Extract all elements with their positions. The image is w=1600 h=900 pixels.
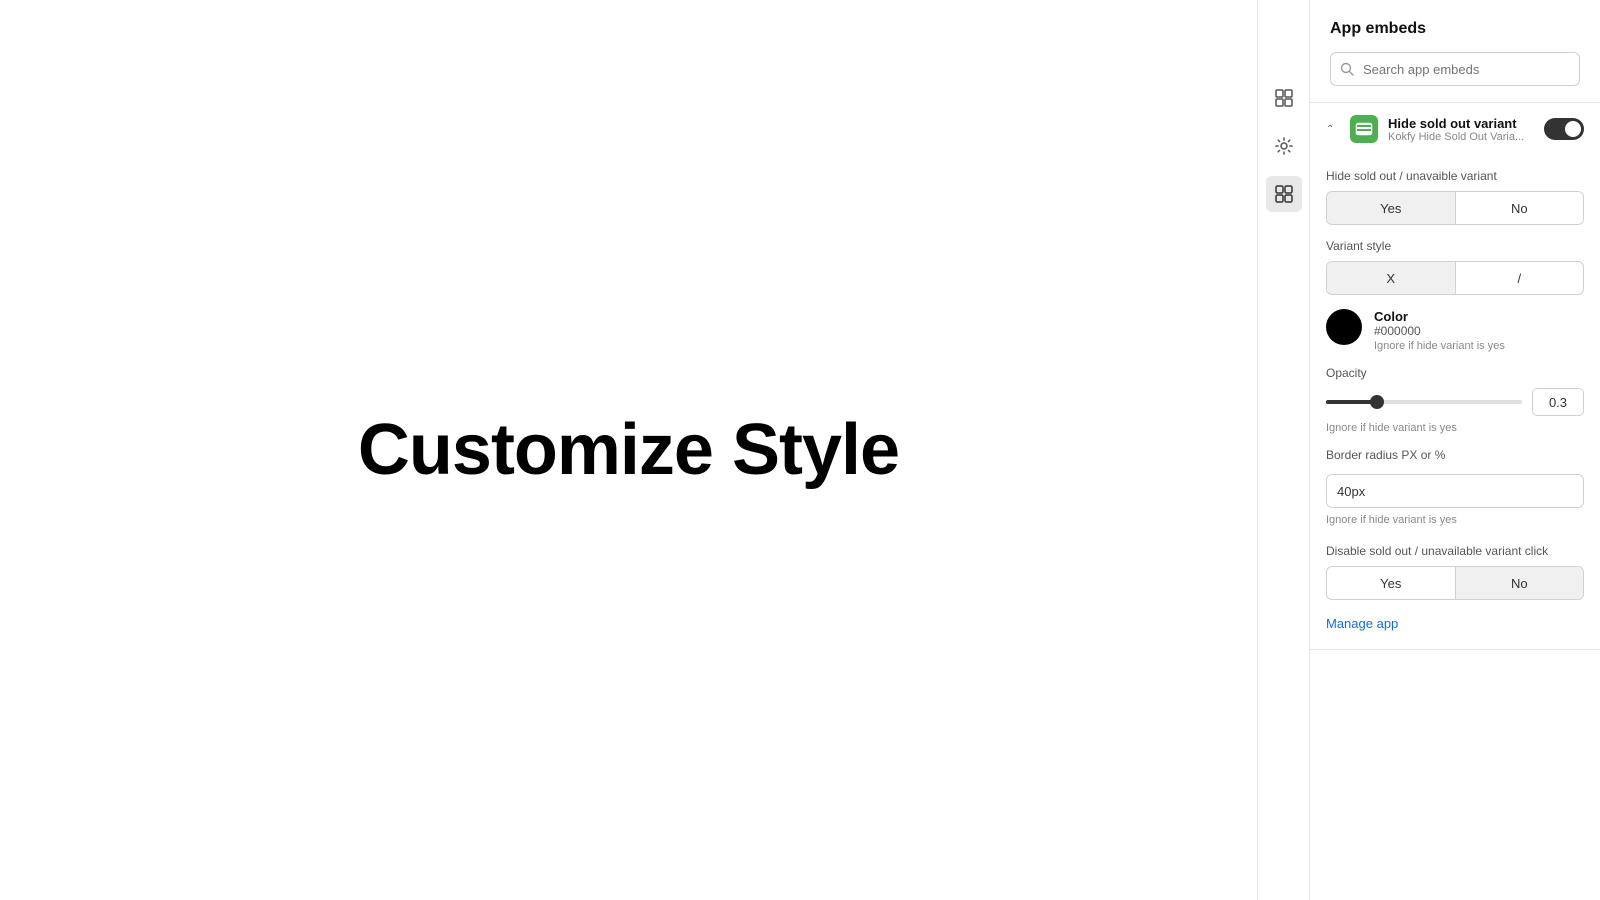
search-icon	[1340, 62, 1354, 76]
panel-header: App embeds	[1310, 0, 1600, 103]
color-swatch[interactable]	[1326, 309, 1362, 345]
embed-item: ⌃ Hide sold out variant Kokfy Hide Sold …	[1310, 103, 1600, 650]
opacity-control: 0.3	[1326, 388, 1584, 416]
border-radius-hint: Ignore if hide variant is yes	[1326, 514, 1584, 526]
disable-click-no-btn[interactable]: No	[1456, 567, 1584, 599]
variant-style-group: X /	[1326, 261, 1584, 295]
color-row: Color #000000 Ignore if hide variant is …	[1326, 309, 1584, 352]
opacity-label: Opacity	[1326, 366, 1584, 380]
variant-style-x-btn[interactable]: X	[1327, 262, 1456, 294]
layout-icon-button[interactable]	[1266, 80, 1302, 116]
sidebar-area: App embeds ⌃	[1257, 0, 1600, 900]
hide-sold-out-no-btn[interactable]: No	[1456, 192, 1584, 224]
embed-info: Hide sold out variant Kokfy Hide Sold Ou…	[1388, 116, 1534, 143]
color-value: #000000	[1374, 324, 1505, 338]
opacity-slider-wrap[interactable]	[1326, 392, 1522, 412]
page-title: Customize Style	[358, 409, 899, 491]
panel-title: App embeds	[1330, 20, 1580, 38]
apps-icon-button[interactable]	[1266, 176, 1302, 212]
opacity-row: Opacity 0.3 Ignore if hide variant is ye…	[1326, 366, 1584, 434]
disable-click-group: Yes No	[1326, 566, 1584, 600]
embeds-panel: App embeds ⌃	[1310, 0, 1600, 900]
embed-expanded: Hide sold out / unavaible variant Yes No…	[1310, 169, 1600, 649]
opacity-track	[1326, 400, 1522, 404]
opacity-thumb[interactable]	[1370, 395, 1384, 409]
settings-icon-button[interactable]	[1266, 128, 1302, 164]
variant-style-slash-btn[interactable]: /	[1456, 262, 1584, 294]
opacity-input[interactable]: 0.3	[1532, 388, 1584, 416]
embed-name: Hide sold out variant	[1388, 116, 1534, 131]
chevron-up-icon[interactable]: ⌃	[1326, 124, 1340, 135]
manage-app-link[interactable]: Manage app	[1326, 616, 1398, 631]
search-input[interactable]	[1330, 52, 1580, 86]
embed-app-icon	[1350, 115, 1378, 143]
embed-toggle[interactable]	[1544, 118, 1584, 140]
color-info: Color #000000 Ignore if hide variant is …	[1374, 309, 1505, 352]
color-hint: Ignore if hide variant is yes	[1374, 340, 1505, 352]
search-box	[1330, 52, 1580, 86]
color-label: Color	[1374, 309, 1505, 324]
opacity-hint: Ignore if hide variant is yes	[1326, 422, 1584, 434]
hide-sold-out-label: Hide sold out / unavaible variant	[1326, 169, 1584, 183]
disable-click-yes-btn[interactable]: Yes	[1327, 567, 1456, 599]
disable-click-label: Disable sold out / unavailable variant c…	[1326, 544, 1584, 558]
hide-sold-out-yes-btn[interactable]: Yes	[1327, 192, 1456, 224]
border-radius-input[interactable]: 40px	[1326, 474, 1584, 508]
embed-subtitle: Kokfy Hide Sold Out Varia...	[1388, 131, 1534, 143]
variant-style-label: Variant style	[1326, 239, 1584, 253]
icon-rail	[1258, 0, 1310, 900]
embed-item-header: ⌃ Hide sold out variant Kokfy Hide Sold …	[1310, 103, 1600, 155]
hide-sold-out-group: Yes No	[1326, 191, 1584, 225]
main-content: Customize Style	[0, 0, 1257, 900]
border-radius-label: Border radius PX or %	[1326, 448, 1584, 462]
